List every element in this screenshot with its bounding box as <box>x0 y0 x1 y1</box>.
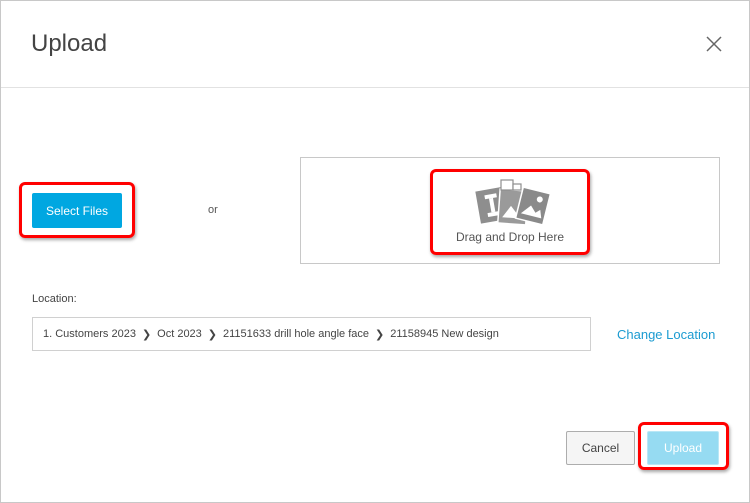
location-breadcrumb: 1. Customers 2023 ❯ Oct 2023 ❯ 21151633 … <box>32 317 591 351</box>
upload-button[interactable]: Upload <box>647 431 719 465</box>
drag-drop-images-icon <box>473 179 552 226</box>
close-icon <box>706 36 722 52</box>
chevron-right-icon: ❯ <box>207 328 218 341</box>
breadcrumb-item: 21158945 New design <box>390 328 499 340</box>
drag-drop-zone[interactable]: Drag and Drop Here <box>300 157 720 264</box>
dialog-title: Upload <box>31 30 108 57</box>
close-button[interactable] <box>701 31 727 57</box>
dialog-header: Upload <box>1 1 749 88</box>
drag-drop-label: Drag and Drop Here <box>455 230 565 244</box>
location-label: Location: <box>32 293 77 305</box>
breadcrumb-item: 1. Customers 2023 <box>43 328 136 340</box>
chevron-right-icon: ❯ <box>141 328 152 341</box>
cancel-button[interactable]: Cancel <box>566 431 635 465</box>
breadcrumb-item: Oct 2023 <box>157 328 202 340</box>
change-location-link[interactable]: Change Location <box>617 327 715 342</box>
chevron-right-icon: ❯ <box>374 328 385 341</box>
upload-dialog: Upload Select Files or Drag and Drop Her… <box>0 0 750 503</box>
select-files-button[interactable]: Select Files <box>32 193 122 228</box>
breadcrumb-item: 21151633 drill hole angle face <box>223 328 369 340</box>
or-separator-text: or <box>208 204 218 216</box>
